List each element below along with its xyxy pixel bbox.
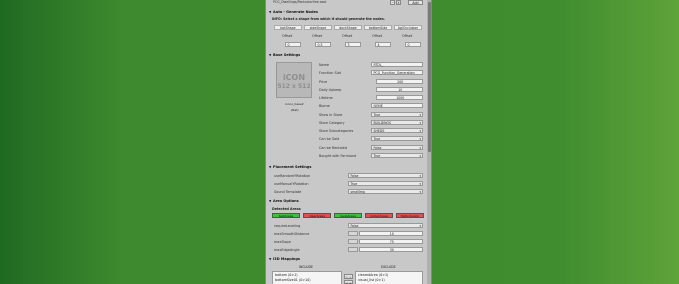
function-slot-input[interactable]: PCG_Function_Generation <box>371 70 423 75</box>
add-button[interactable]: Add <box>408 0 423 5</box>
chevron-down-icon: ▾ <box>419 182 421 186</box>
inspector-panel: PCG_Dwellings/Pantcolorfree.asst − X Add… <box>265 0 432 284</box>
offset-label-2: Offset <box>342 34 353 38</box>
lifetime-label: Lifetime <box>319 96 333 100</box>
chevron-down-icon: ▾ <box>419 190 421 194</box>
scrollbar-thumb[interactable] <box>427 2 431 152</box>
offset-label-3: Offset <box>372 34 383 38</box>
chevron-down-icon: ▾ <box>419 146 421 150</box>
indoor-areas-button[interactable]: indoorAreas <box>365 213 393 218</box>
chevron-down-icon: ▾ <box>419 121 421 125</box>
offset-input-0[interactable]: 0 <box>285 42 301 47</box>
base-settings-foldout[interactable]: ▼ Base Settings <box>269 53 300 58</box>
offset-input-4[interactable]: 0 <box>405 42 421 47</box>
clear-areas-button[interactable]: clearAreas <box>303 213 331 218</box>
include-list[interactable]: bottom (0>1) bottomSize01 (0>10) <box>272 271 342 284</box>
use-random-y-rotation-label: useRandomYRotation <box>274 174 311 178</box>
i3d-mappings-foldout[interactable]: ▼ I3D Mappings <box>269 257 300 262</box>
close-button[interactable]: X <box>396 0 401 5</box>
sound-template-dropdown[interactable]: smallImp ▾ <box>348 189 423 194</box>
max-smooth-distance-input[interactable]: 10 <box>359 231 423 236</box>
require-leveling-label: requireLeveling <box>274 224 301 228</box>
chevron-down-icon: ▾ <box>419 224 421 228</box>
test-areas-button[interactable]: testAreas <box>272 213 300 218</box>
move-left-button[interactable]: < < <box>344 279 353 284</box>
daily-upkeep-label: Daily Upkeep <box>319 88 342 92</box>
vertical-scrollbar[interactable] <box>427 0 431 284</box>
bought-with-farmland-label: Bought with Farmland <box>319 154 357 158</box>
max-edge-angle-label: maxEdgeAngle <box>274 248 300 252</box>
chevron-down-icon: ▾ <box>419 129 421 133</box>
store-subcategories-label: Store Subcategories <box>319 129 354 133</box>
offset-label-4: Offset <box>402 34 413 38</box>
move-right-button[interactable]: > > <box>344 274 353 279</box>
col-side-shape[interactable]: sideShape <box>304 25 332 30</box>
show-in-store-label: Show in Store <box>319 113 343 117</box>
area-options-foldout[interactable]: ▼ Area Options <box>269 199 299 204</box>
bought-with-farmland-dropdown[interactable]: True ▾ <box>371 153 423 158</box>
can-be-sold-label: Can be Sold <box>319 137 340 141</box>
offset-label-1: Offset <box>312 34 323 38</box>
chevron-down-icon: ▾ <box>419 174 421 178</box>
can-be-rentaled-label: Can be Rentaled <box>319 146 348 150</box>
col-bottom-side[interactable]: bottomSide <box>364 25 392 30</box>
function-slot-label: Function Slot <box>319 71 341 75</box>
asset-path: PCG_Dwellings/Pantcolorfree.asst <box>273 0 327 4</box>
biome-label: Biome <box>319 104 330 108</box>
sound-template-label: Sound Template <box>274 190 302 194</box>
max-smooth-distance-label: maxSmoothDistance <box>274 232 310 236</box>
chevron-down-icon: ▾ <box>419 113 421 117</box>
max-slope-input[interactable]: 75 <box>359 239 423 244</box>
offset-input-3[interactable]: 4 <box>375 42 391 47</box>
offset-label-0: Offset <box>282 34 293 38</box>
icon-caption: icono_base2 <box>285 102 304 106</box>
col-bot-shape[interactable]: botShape <box>274 25 302 30</box>
level-areas-button[interactable]: levelAreas <box>334 213 362 218</box>
col-agi-occlusion[interactable]: AgiOcclusion <box>394 25 422 30</box>
name-label: Name <box>319 63 330 67</box>
require-leveling-dropdown[interactable]: False ▾ <box>348 223 423 228</box>
chevron-down-icon: ▾ <box>419 137 421 141</box>
offset-input-2[interactable]: 3 <box>345 42 361 47</box>
include-header: INCLUDE <box>299 265 313 269</box>
store-category-dropdown[interactable]: BUILDINGS ▾ <box>371 120 423 125</box>
auto-generate-info: INFO: Select a shape from which it shoul… <box>272 17 385 21</box>
use-random-y-rotation-dropdown[interactable]: False ▾ <box>348 173 423 178</box>
placement-settings-foldout[interactable]: ▼ Placement Settings <box>269 165 312 170</box>
use-manual-y-rotation-dropdown[interactable]: True ▾ <box>348 181 423 186</box>
price-input[interactable]: 200 <box>376 79 423 84</box>
exclude-list[interactable]: clearedArea (0>1) visual_list (0>1) <box>355 271 423 284</box>
daily-upkeep-input[interactable]: 10 <box>376 87 423 92</box>
max-slope-slider[interactable] <box>348 239 358 244</box>
price-label: Price <box>319 80 328 84</box>
col-dock-shape[interactable]: dockShape <box>334 25 362 30</box>
can-be-rentaled-dropdown[interactable]: False ▾ <box>371 145 423 150</box>
list-item[interactable]: bottomSize01 (0>10) <box>275 278 339 283</box>
max-smooth-distance-slider[interactable] <box>348 231 358 236</box>
lifetime-input[interactable]: 1000 <box>376 95 423 100</box>
biome-input[interactable]: NONE <box>371 103 423 108</box>
asset-header: PCG_Dwellings/Pantcolorfree.asst − X Add <box>269 0 427 5</box>
max-edge-angle-slider[interactable] <box>348 247 358 252</box>
store-category-label: Store Category <box>319 121 345 125</box>
list-item[interactable]: visual_list (0>1) <box>358 278 420 283</box>
store-subcategories-dropdown[interactable]: SHEDS ▾ <box>371 128 423 133</box>
use-manual-y-rotation-label: useManualYRotation <box>274 182 309 186</box>
can-be-sold-dropdown[interactable]: True ▾ <box>371 136 423 141</box>
auto-generate-foldout[interactable]: ▼ Auto - Generate Nodes <box>269 10 318 15</box>
exclude-header: EXCLUDE <box>381 265 396 269</box>
icon-caption-sub: (Nat) <box>291 108 299 112</box>
tip-occlusion-button[interactable]: tipOcclusion <box>396 213 424 218</box>
max-edge-angle-input[interactable]: 30 <box>359 247 423 252</box>
show-in-store-dropdown[interactable]: True ▾ <box>371 112 423 117</box>
name-input[interactable]: RTDL_ <box>371 62 423 67</box>
remove-button[interactable]: − <box>390 0 395 5</box>
detected-areas-label: Detected Areas <box>272 207 301 211</box>
max-slope-label: maxSlope <box>274 240 291 244</box>
chevron-down-icon: ▾ <box>419 154 421 158</box>
icon-preview[interactable]: iCON 512 x 512 <box>276 62 312 98</box>
offset-input-1[interactable]: 0.5 <box>315 42 331 47</box>
